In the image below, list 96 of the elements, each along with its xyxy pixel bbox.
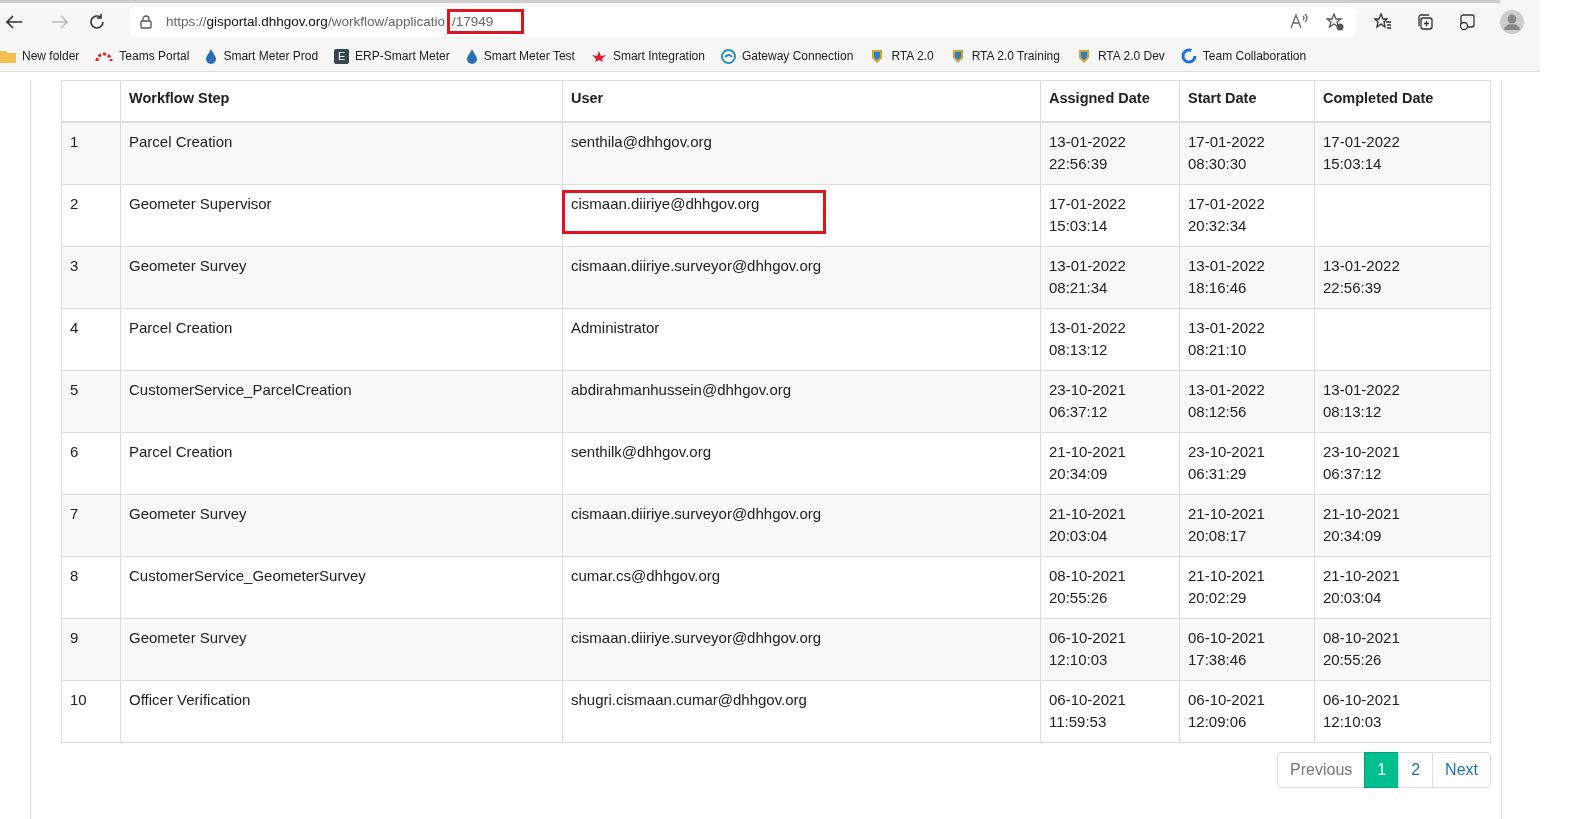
table-cell: 13-01-2022 08:21:34: [1049, 257, 1126, 296]
browser-window-icon[interactable]: [1458, 13, 1476, 31]
table-cell: 23-10-2021 06:37:12: [1049, 381, 1126, 420]
table-cell: 06-10-2021 12:10:03: [1323, 691, 1400, 730]
table-cell: shugri.cismaan.cumar@dhhgov.org: [571, 691, 807, 708]
next-button[interactable]: Next: [1432, 752, 1491, 788]
table-cell: 13-01-2022 22:56:39: [1049, 133, 1126, 172]
table-cell: cismaan.diiriye@dhhgov.org: [565, 193, 824, 231]
table-cell: 17-01-2022 15:03:14: [1323, 133, 1400, 172]
table-cell: 8: [70, 567, 79, 584]
address-bar[interactable]: https://gisportal.dhhgov.org/workflow/applicatio /17949: [130, 7, 1356, 37]
table-cell: Geometer Survey: [129, 257, 247, 274]
table-cell: abdirahmanhussein@dhhgov.org: [571, 381, 792, 398]
table-cell: Parcel Creation: [129, 443, 233, 460]
table-cell: 17-01-2022 08:30:30: [1188, 133, 1265, 172]
folder-icon: [0, 49, 16, 63]
profile-avatar-icon[interactable]: [1500, 10, 1524, 34]
table-cell: 23-10-2021 06:31:29: [1188, 443, 1265, 482]
table-cell: 4: [70, 319, 79, 336]
bookmark-link[interactable]: New folder: [22, 49, 80, 63]
drop-icon: [465, 48, 478, 64]
table-cell: 21-10-2021 20:34:09: [1049, 443, 1126, 482]
ring-icon: [1180, 48, 1197, 64]
table-cell: 06-10-2021 12:10:03: [1049, 629, 1126, 668]
bookmark-link[interactable]: RTA 2.0 Dev: [1097, 49, 1165, 63]
read-aloud-icon[interactable]: [1290, 13, 1308, 29]
table-cell: 17-01-2022 15:03:14: [1049, 195, 1126, 234]
table-cell: senthila@dhhgov.org: [571, 133, 712, 150]
letter-icon: E: [334, 48, 350, 64]
table-cell: 08-10-2021 20:55:26: [1049, 567, 1126, 606]
bookmark-link[interactable]: ERP-Smart Meter: [355, 49, 450, 63]
lock-icon: [140, 15, 152, 29]
table-cell: cumar.cs@dhhgov.org: [571, 567, 721, 584]
table-cell: Geometer Supervisor: [129, 195, 272, 212]
previous-button[interactable]: Previous: [1277, 752, 1366, 788]
table-cell: 1: [70, 133, 79, 150]
page-button[interactable]: 2: [1398, 752, 1434, 788]
table-cell: 7: [70, 505, 79, 522]
column-header: Workflow Step: [129, 90, 230, 106]
refresh-icon[interactable]: [88, 13, 106, 31]
drop-icon: [205, 48, 218, 64]
column-header: Completed Date: [1323, 90, 1434, 106]
table-cell: 13-01-2022 18:16:46: [1188, 257, 1265, 296]
bookmark-link[interactable]: RTA 2.0 Training: [971, 49, 1060, 63]
bookmark-link[interactable]: Teams Portal: [119, 49, 190, 63]
table-cell: 6: [70, 443, 79, 460]
table-cell: 2: [70, 195, 79, 212]
table-cell: 21-10-2021 20:03:04: [1323, 567, 1400, 606]
table-cell: Administrator: [571, 319, 660, 336]
url-text: https://gisportal.dhhgov.org/workflow/applicatio: [166, 13, 445, 29]
swirl-icon: [720, 48, 736, 64]
table-cell: 3: [70, 257, 79, 274]
table-cell: 17-01-2022 20:32:34: [1188, 195, 1265, 234]
table-cell: 13-01-2022 08:12:56: [1188, 381, 1265, 420]
favorites-icon[interactable]: [1374, 13, 1392, 31]
table-cell: cismaan.diiriye.surveyor@dhhgov.org: [571, 257, 822, 274]
table-cell: Parcel Creation: [129, 319, 233, 336]
table-cell: 13-01-2022 08:13:12: [1049, 319, 1126, 358]
table-cell: CustomerService_GeometerSurvey: [129, 567, 366, 584]
table-cell: cismaan.diiriye.surveyor@dhhgov.org: [571, 505, 822, 522]
table-cell: Geometer Survey: [129, 505, 247, 522]
column-header: User: [571, 90, 604, 106]
bookmark-link[interactable]: Smart Meter Test: [483, 49, 575, 63]
bookmark-link[interactable]: RTA 2.0: [891, 49, 934, 63]
table-cell: 13-01-2022 08:13:12: [1323, 381, 1400, 420]
collections-icon[interactable]: [1416, 13, 1434, 31]
table-cell: 08-10-2021 20:55:26: [1323, 629, 1400, 668]
table-cell: 21-10-2021 20:02:29: [1188, 567, 1265, 606]
table-cell: senthilk@dhhgov.org: [571, 443, 712, 460]
url-id-text: /17949: [449, 11, 522, 31]
table-cell: 13-01-2022 08:21:10: [1188, 319, 1265, 358]
table-cell: 21-10-2021 20:08:17: [1188, 505, 1265, 544]
table-cell: Geometer Survey: [129, 629, 247, 646]
table-cell: Parcel Creation: [129, 133, 233, 150]
bookmark-link[interactable]: Smart Meter Prod: [223, 49, 319, 63]
table-cell: cismaan.diiriye.surveyor@dhhgov.org: [571, 629, 822, 646]
table-cell: 9: [70, 629, 79, 646]
table-cell: 23-10-2021 06:37:12: [1323, 443, 1400, 482]
table-cell: 06-10-2021 11:59:53: [1049, 691, 1126, 730]
bookmark-link[interactable]: Smart Integration: [612, 49, 705, 63]
star-plus-icon[interactable]: [1326, 13, 1344, 31]
table-cell: 06-10-2021 17:38:46: [1188, 629, 1265, 668]
bookmark-link[interactable]: Gateway Connection: [741, 49, 854, 63]
column-header: Start Date: [1188, 90, 1257, 106]
table-cell: 21-10-2021 20:34:09: [1323, 505, 1400, 544]
table-cell: 13-01-2022 22:56:39: [1323, 257, 1400, 296]
flower-icon: [590, 50, 607, 62]
table-cell: 5: [70, 381, 79, 398]
bookmark-link[interactable]: Team Collaboration: [1202, 49, 1307, 63]
table-cell: Officer Verification: [129, 691, 251, 708]
table-cell: CustomerService_ParcelCreation: [129, 381, 352, 398]
arc-icon: [95, 51, 114, 61]
table-cell: 21-10-2021 20:03:04: [1049, 505, 1126, 544]
column-header: Assigned Date: [1049, 90, 1150, 106]
table-cell: 06-10-2021 12:09:06: [1188, 691, 1265, 730]
table-cell: 10: [70, 691, 87, 708]
